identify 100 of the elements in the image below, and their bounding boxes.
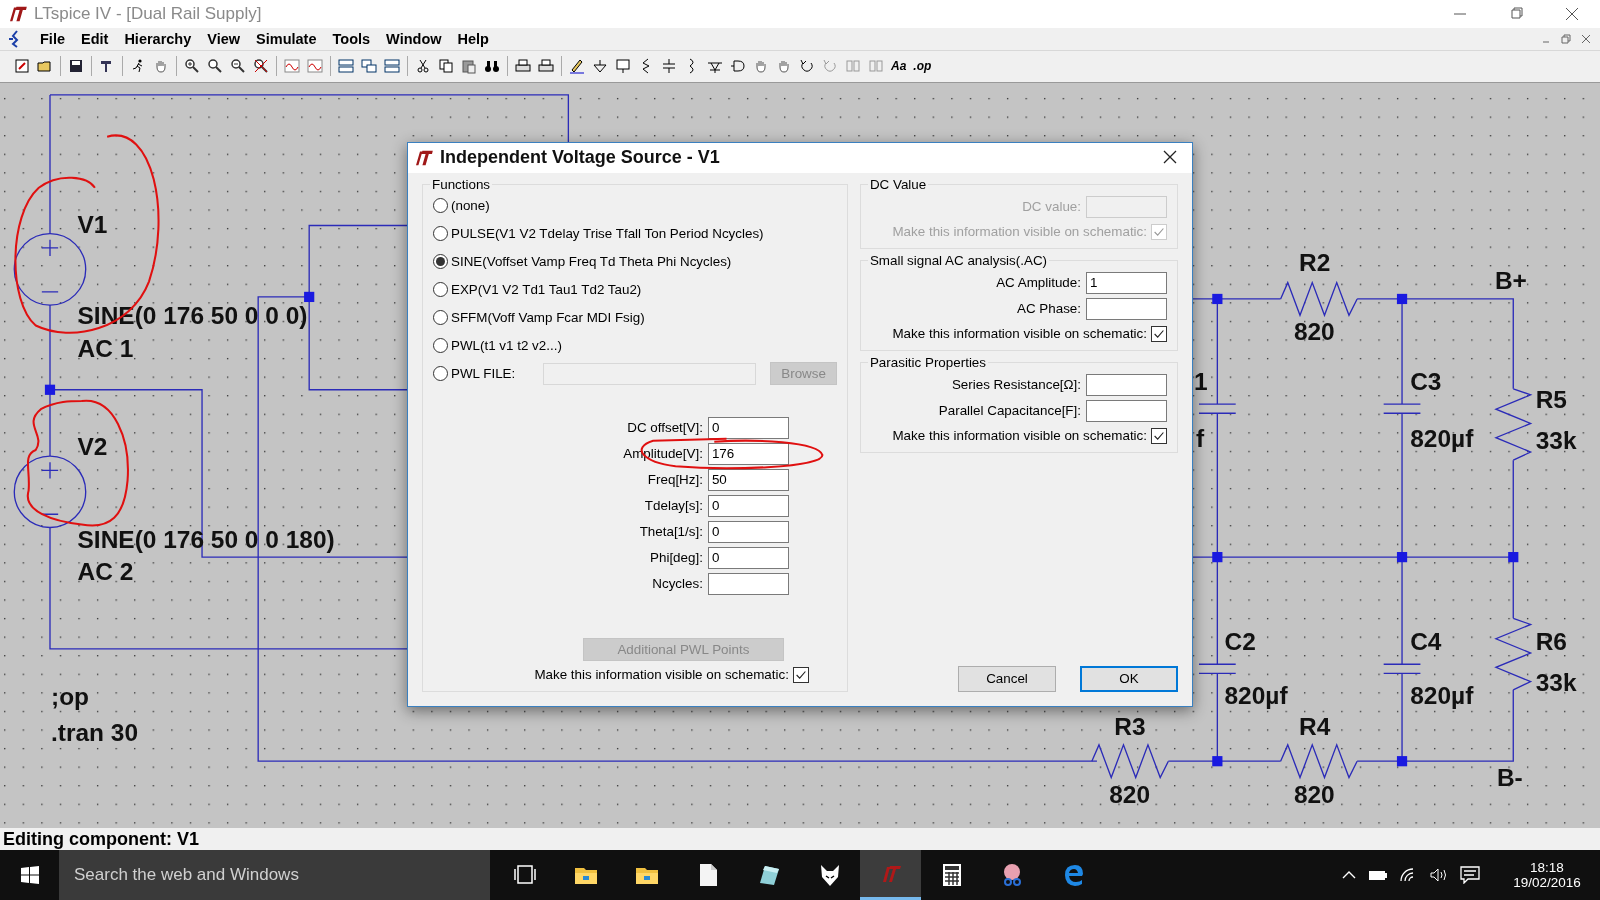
zoom-cancel-icon[interactable]	[253, 58, 269, 75]
radio-label: SINE(Voffset Vamp Freq Td Theta Phi Ncycles)	[451, 254, 732, 270]
dialog-button[interactable]: Cancel	[958, 665, 1056, 692]
checkbox-label: Make this information visible on schematic:	[892, 224, 1147, 240]
hand-icon[interactable]	[153, 58, 169, 75]
checkbox[interactable]	[792, 666, 809, 683]
input-field[interactable]: 0	[707, 520, 789, 543]
menu-item[interactable]: Edit	[73, 29, 117, 49]
document-icon[interactable]	[699, 864, 717, 886]
checkbox[interactable]	[1151, 325, 1167, 342]
scissors-icon[interactable]	[1003, 864, 1021, 886]
start-icon[interactable]	[20, 866, 39, 884]
label-icon[interactable]	[615, 58, 631, 75]
radio-label: PWL(t1 v1 t2 v2...)	[451, 338, 562, 354]
chevron-icon[interactable]	[1342, 870, 1356, 880]
component-label: f	[1195, 424, 1205, 452]
tile-icon[interactable]	[338, 58, 354, 75]
waveform-icon[interactable]	[307, 58, 323, 75]
radio-button[interactable]	[433, 198, 448, 214]
component-label: R5	[1535, 386, 1567, 414]
menu-item[interactable]: Tools	[324, 29, 379, 49]
component-label: R3	[1114, 712, 1146, 740]
browser-icon[interactable]	[1064, 865, 1083, 886]
tile-icon[interactable]	[384, 58, 400, 75]
calculator-icon[interactable]	[942, 864, 961, 886]
file-field[interactable]	[543, 362, 757, 385]
paste-icon[interactable]	[461, 58, 477, 75]
zoom-icon[interactable]	[207, 58, 223, 75]
menu-item[interactable]: Simulate	[248, 29, 325, 49]
gate-icon[interactable]	[730, 58, 746, 75]
menu-item[interactable]: Help	[449, 29, 497, 49]
checkbox[interactable]	[1151, 427, 1167, 444]
hand-icon[interactable]	[776, 58, 792, 75]
ruler-icon[interactable]	[759, 866, 779, 885]
battery-icon[interactable]	[1368, 869, 1388, 881]
radio-button[interactable]	[433, 226, 448, 242]
fox-icon[interactable]	[820, 865, 839, 886]
component-label: 820µf	[1410, 682, 1474, 709]
capacitor-icon[interactable]	[661, 58, 677, 75]
clock-time[interactable]: 18:18	[1530, 860, 1564, 875]
input-field[interactable]: 0	[707, 494, 789, 517]
input-field[interactable]	[1086, 399, 1167, 422]
menu-item[interactable]: Hierarchy	[116, 29, 200, 49]
dialog-button[interactable]: OK	[1080, 665, 1178, 692]
input-field[interactable]: 0	[707, 546, 789, 569]
component-label: V1	[77, 210, 108, 238]
pencil-icon[interactable]	[569, 58, 585, 75]
input-field[interactable]: 176	[707, 442, 789, 465]
toolbar-button[interactable]: .op	[913, 59, 932, 74]
checkbox-label: Make this information visible on schematic:	[892, 326, 1147, 342]
folder-icon[interactable]	[635, 868, 658, 884]
print-icon[interactable]	[538, 58, 554, 75]
radio-button[interactable]	[433, 282, 448, 298]
folder-icon[interactable]	[574, 868, 597, 884]
input-field[interactable]	[707, 572, 789, 595]
group-title: DC Value	[868, 176, 928, 192]
radio-label: SFFM(Voff Vamp Fcar MDI Fsig)	[451, 310, 645, 326]
component-label: C4	[1410, 627, 1442, 655]
menu-item[interactable]: View	[199, 29, 249, 49]
save-icon[interactable]	[68, 58, 84, 75]
hand-icon[interactable]	[753, 58, 769, 75]
notification-icon[interactable]	[1460, 866, 1480, 884]
open-folder-icon[interactable]	[37, 58, 53, 75]
cascade-icon[interactable]	[361, 58, 377, 75]
undo-icon[interactable]	[799, 58, 815, 75]
waveform-icon[interactable]	[284, 58, 300, 75]
zoom-in-icon[interactable]	[184, 58, 200, 75]
input-field[interactable]: 50	[707, 468, 789, 491]
radio-button[interactable]	[433, 366, 448, 382]
toolbar-button[interactable]: Aa	[891, 59, 907, 74]
logo-icon	[414, 149, 434, 166]
new-schematic-icon[interactable]	[14, 58, 30, 75]
group-title: Parasitic Properties	[868, 354, 987, 370]
copy-icon[interactable]	[438, 58, 454, 75]
clock-date[interactable]: 19/02/2016	[1513, 875, 1581, 890]
component-label: B+	[1494, 266, 1527, 294]
restore-icon[interactable]	[1558, 32, 1574, 46]
field-label: DC offset[V]:	[626, 420, 703, 436]
print-preview-icon[interactable]	[515, 58, 531, 75]
input-field[interactable]	[1086, 297, 1167, 320]
component-label: ;op	[51, 683, 90, 710]
radio-button[interactable]	[433, 338, 448, 354]
binoculars-icon[interactable]	[484, 58, 500, 75]
field-label: Phi[deg]:	[649, 550, 703, 566]
menu-item[interactable]: File	[32, 29, 73, 49]
zoom-out-icon[interactable]	[230, 58, 246, 75]
input-field[interactable]: 1	[1086, 271, 1167, 294]
input-field[interactable]: 0	[707, 416, 789, 439]
scissors-icon[interactable]	[415, 58, 431, 75]
search-field[interactable]: Search the web and Windows	[59, 850, 490, 900]
radio-label: EXP(V1 V2 Td1 Tau1 Td2 Tau2)	[451, 282, 642, 298]
task-view-icon[interactable]	[513, 865, 536, 884]
menu-item[interactable]: Window	[378, 29, 450, 49]
input-field[interactable]	[1086, 373, 1167, 396]
radio-button[interactable]	[433, 254, 448, 270]
ground-icon[interactable]	[592, 58, 608, 75]
capacitor-symbol	[1198, 403, 1237, 414]
checkbox-label: Make this information visible on schematic:	[534, 667, 789, 683]
speaker-icon[interactable]	[1430, 868, 1448, 882]
radio-button[interactable]	[433, 310, 448, 326]
